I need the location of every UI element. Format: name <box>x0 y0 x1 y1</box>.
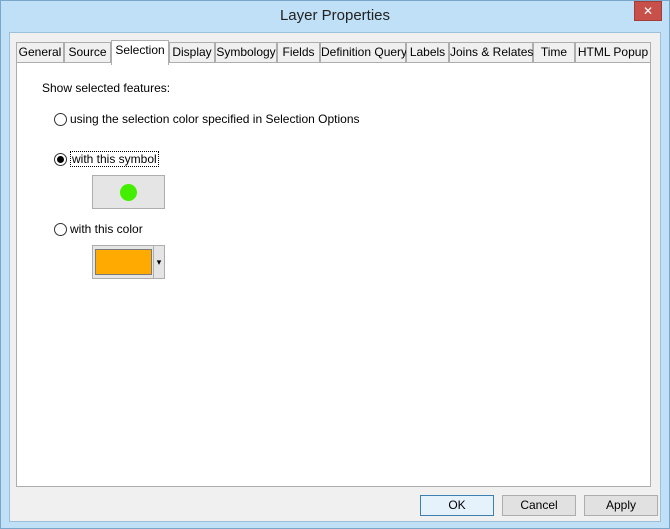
radio-this-symbol[interactable] <box>54 152 67 166</box>
close-icon: ✕ <box>642 4 654 18</box>
tab-general[interactable]: General <box>16 42 64 63</box>
cancel-button[interactable]: Cancel <box>502 495 576 516</box>
show-selected-heading: Show selected features: <box>42 81 171 95</box>
apply-button[interactable]: Apply <box>584 495 658 516</box>
color-dropdown-button[interactable]: ▾ <box>153 246 164 278</box>
option-this-symbol[interactable]: with this symbol <box>54 151 159 167</box>
title-bar[interactable]: Layer Properties ✕ <box>1 1 669 33</box>
option-this-color[interactable]: with this color <box>54 222 143 236</box>
symbol-button[interactable] <box>92 175 165 209</box>
tab-source[interactable]: Source <box>64 42 111 63</box>
tab-time[interactable]: Time <box>533 42 575 63</box>
color-swatch <box>95 249 152 275</box>
symbol-preview-icon <box>120 183 137 201</box>
tab-definition-query[interactable]: Definition Query <box>320 42 407 63</box>
ok-button[interactable]: OK <box>420 495 494 516</box>
option-this-color-label: with this color <box>70 222 143 236</box>
option-selection-color-label: using the selection color specified in S… <box>70 112 360 126</box>
dialog-client-area: General Source Selection Display Symbolo… <box>9 32 661 522</box>
option-this-symbol-label: with this symbol <box>70 151 159 167</box>
tab-selection[interactable]: Selection <box>111 40 169 65</box>
tab-html-popup[interactable]: HTML Popup <box>575 42 651 63</box>
tab-labels[interactable]: Labels <box>406 42 449 63</box>
radio-this-color[interactable] <box>54 222 67 236</box>
selection-panel: Show selected features: using the select… <box>16 62 651 487</box>
radio-selection-color[interactable] <box>54 112 67 126</box>
color-picker[interactable]: ▾ <box>92 245 165 279</box>
radio-selected-dot <box>57 155 64 163</box>
tab-symbology[interactable]: Symbology <box>215 42 277 63</box>
tab-display[interactable]: Display <box>169 42 215 63</box>
close-button[interactable]: ✕ <box>634 1 662 21</box>
dialog-title: Layer Properties <box>279 7 391 24</box>
tab-fields[interactable]: Fields <box>277 42 320 63</box>
layer-properties-dialog: Layer Properties ✕ General Source Select… <box>0 0 670 529</box>
chevron-down-icon: ▾ <box>156 256 162 267</box>
option-selection-color[interactable]: using the selection color specified in S… <box>54 112 360 126</box>
tab-joins-relates[interactable]: Joins & Relates <box>449 42 533 63</box>
